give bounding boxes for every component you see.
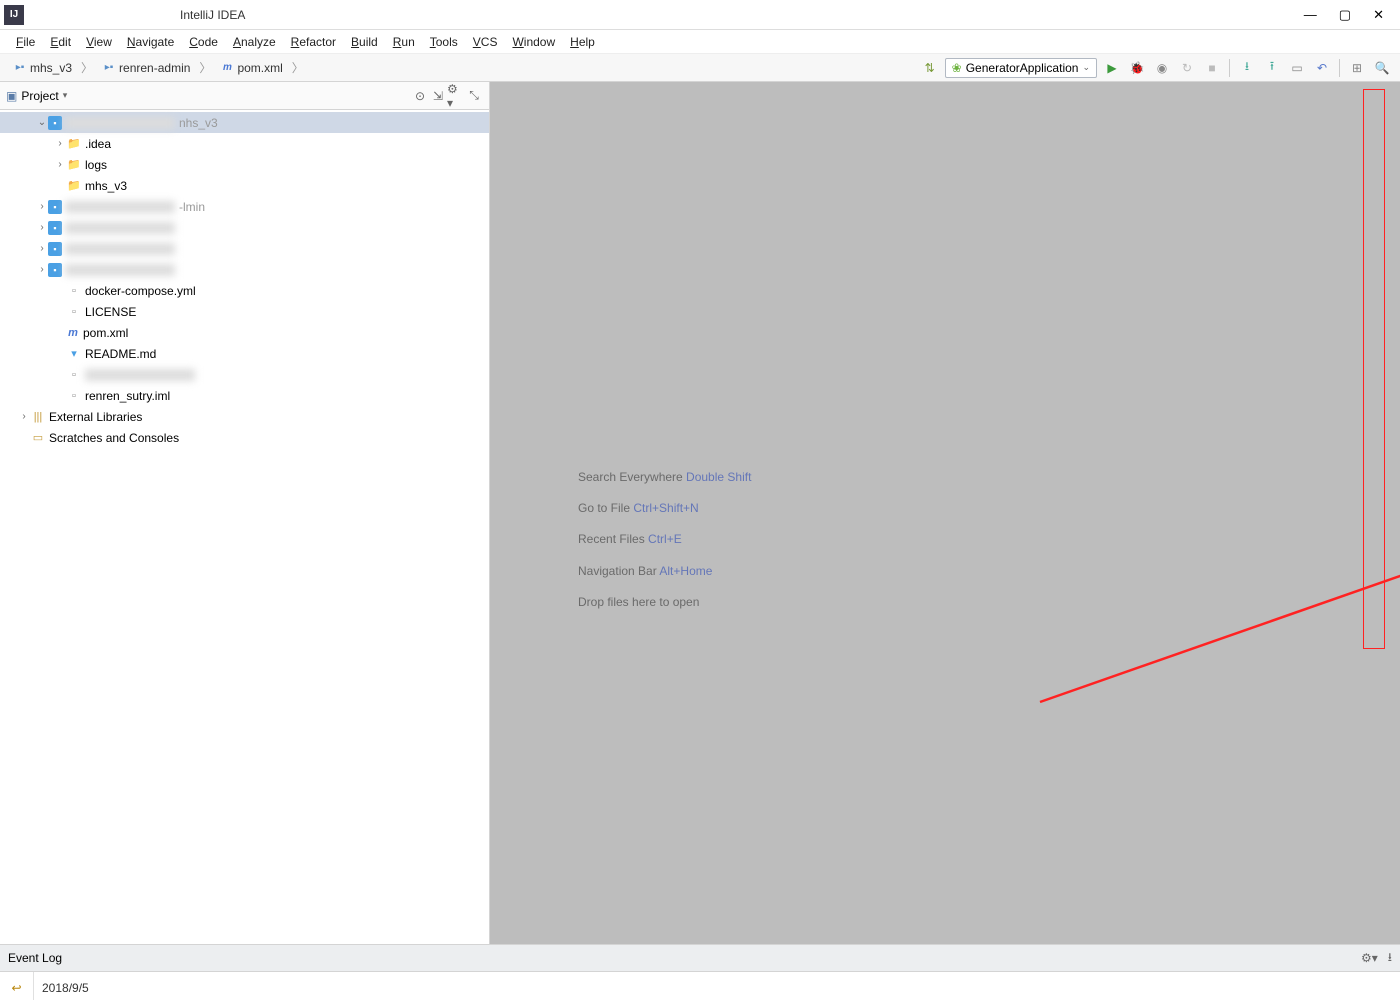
spring-icon: ❀ <box>952 61 962 75</box>
menubar: FileEditViewNavigateCodeAnalyzeRefactorB… <box>0 30 1400 54</box>
chevron-right-icon: 〉 <box>292 59 304 76</box>
menu-run[interactable]: Run <box>387 33 421 51</box>
project-icon: ▣ <box>6 89 17 103</box>
welcome-hints: Search Everywhere Double ShiftGo to File… <box>578 462 751 618</box>
main-area: ▣ Project ▾ ⊙ ⇲ ⚙ ▾ ⤡ ⌄▪nhs_v3›📁.idea›📁l… <box>0 82 1400 944</box>
tree-row[interactable]: 📁mhs_v3 <box>0 175 489 196</box>
project-panel-title[interactable]: ▣ Project ▾ <box>6 89 67 103</box>
tree-row[interactable]: ▭Scratches and Consoles <box>0 427 489 448</box>
tree-row[interactable]: ›📁logs <box>0 154 489 175</box>
welcome-hint: Go to File Ctrl+Shift+N <box>578 493 751 524</box>
menu-help[interactable]: Help <box>564 33 601 51</box>
menu-view[interactable]: View <box>80 33 118 51</box>
gear-icon[interactable]: ⚙ ▾ <box>447 87 465 105</box>
project-panel-header: ▣ Project ▾ ⊙ ⇲ ⚙ ▾ ⤡ <box>0 82 489 110</box>
hide-icon[interactable]: ⤡ <box>465 87 483 105</box>
stop-button[interactable]: ■ <box>1202 58 1222 78</box>
tree-row[interactable]: ›▪ <box>0 259 489 280</box>
tree-row[interactable]: ▫renren_sutry.iml <box>0 385 489 406</box>
separator <box>1339 59 1340 77</box>
menu-code[interactable]: Code <box>183 33 224 51</box>
menu-refactor[interactable]: Refactor <box>285 33 342 51</box>
welcome-hint: Drop files here to open <box>578 587 751 618</box>
breadcrumb: ▸▪mhs_v3〉▸▪renren-admin〉mpom.xml〉 <box>8 59 920 77</box>
event-log-date: 2018/9/5 <box>42 978 385 998</box>
menu-analyze[interactable]: Analyze <box>227 33 282 51</box>
breadcrumb-item[interactable]: ▸▪mhs_v3 <box>8 59 77 77</box>
tree-row[interactable]: ›📁.idea <box>0 133 489 154</box>
window-controls: — ▢ ✕ <box>1304 7 1396 23</box>
soft-wrap-icon[interactable]: ↩ <box>7 978 27 998</box>
download-icon[interactable]: ⭳ <box>1388 948 1392 969</box>
vcs-commit-icon[interactable]: ⭱ <box>1262 58 1282 78</box>
menu-edit[interactable]: Edit <box>44 33 77 51</box>
search-icon[interactable]: 🔍 <box>1372 58 1392 78</box>
coverage-button[interactable]: ◉ <box>1152 58 1172 78</box>
profile-button[interactable]: ↻ <box>1177 58 1197 78</box>
menu-window[interactable]: Window <box>506 33 561 51</box>
run-config-label: GeneratorApplication <box>966 61 1079 75</box>
locate-icon[interactable]: ⊙ <box>411 87 429 105</box>
tree-row[interactable]: ▫ <box>0 364 489 385</box>
event-log: ↩ 💬 ⚙ ▤ ✓ 🗑 2018/9/5 9:53Registration: Y… <box>0 972 1400 1000</box>
chevron-right-icon: 〉 <box>81 59 93 76</box>
menu-file[interactable]: File <box>10 33 41 51</box>
tree-row[interactable]: ›|||External Libraries <box>0 406 489 427</box>
maximize-button[interactable]: ▢ <box>1339 7 1351 23</box>
minimize-button[interactable]: — <box>1304 7 1317 23</box>
tree-row[interactable]: mpom.xml <box>0 322 489 343</box>
tree-row[interactable]: ▾README.md <box>0 343 489 364</box>
menu-navigate[interactable]: Navigate <box>121 33 180 51</box>
titlebar: IJ IntelliJ IDEA — ▢ ✕ <box>0 0 1400 30</box>
project-panel: ▣ Project ▾ ⊙ ⇲ ⚙ ▾ ⤡ ⌄▪nhs_v3›📁.idea›📁l… <box>0 82 490 944</box>
welcome-hint: Navigation Bar Alt+Home <box>578 556 751 587</box>
vcs-history-icon[interactable]: ▭ <box>1287 58 1307 78</box>
window-title: IntelliJ IDEA <box>30 8 1304 22</box>
run-button[interactable]: ▶ <box>1102 58 1122 78</box>
event-log-content: 2018/9/5 9:53Registration: Your copy is … <box>34 972 393 1000</box>
vcs-update-icon[interactable]: ⭳ <box>1237 58 1257 78</box>
tree-row[interactable]: ›▪-lmin <box>0 196 489 217</box>
menu-tools[interactable]: Tools <box>424 33 464 51</box>
tree-row[interactable]: ›▪ <box>0 217 489 238</box>
sync-icon[interactable]: ⇅ <box>920 58 940 78</box>
tree-row[interactable]: ▫LICENSE <box>0 301 489 322</box>
debug-button[interactable]: 🐞 <box>1127 58 1147 78</box>
breadcrumb-item[interactable]: ▸▪renren-admin <box>97 59 195 77</box>
tree-row[interactable]: ⌄▪nhs_v3 <box>0 112 489 133</box>
app-logo: IJ <box>4 5 24 25</box>
annotation-arrow <box>1030 452 1400 712</box>
event-log-title: Event Log <box>8 951 62 965</box>
undo-icon[interactable]: ↶ <box>1312 58 1332 78</box>
menu-build[interactable]: Build <box>345 33 384 51</box>
tree-row[interactable]: ▫docker-compose.yml <box>0 280 489 301</box>
close-button[interactable]: ✕ <box>1373 7 1384 23</box>
event-log-toolbar: ↩ 💬 ⚙ ▤ ✓ 🗑 <box>0 972 34 1000</box>
event-log-header: Event Log ⚙▾ ⭳ <box>0 944 1400 972</box>
project-tree[interactable]: ⌄▪nhs_v3›📁.idea›📁logs📁mhs_v3›▪-lmin›▪›▪›… <box>0 110 489 944</box>
annotation-box <box>1363 89 1385 649</box>
chevron-down-icon: ⌄ <box>1082 62 1090 73</box>
run-config-selector[interactable]: ❀ GeneratorApplication ⌄ <box>945 58 1097 78</box>
navbar: ▸▪mhs_v3〉▸▪renren-admin〉mpom.xml〉 ⇅ ❀ Ge… <box>0 54 1400 82</box>
welcome-hint: Recent Files Ctrl+E <box>578 524 751 555</box>
chevron-down-icon: ▾ <box>63 90 68 101</box>
menu-vcs[interactable]: VCS <box>467 33 504 51</box>
toolbar: ⇅ ❀ GeneratorApplication ⌄ ▶ 🐞 ◉ ↻ ■ ⭳ ⭱… <box>920 58 1392 78</box>
gear-icon[interactable]: ⚙▾ <box>1361 951 1378 965</box>
separator <box>1229 59 1230 77</box>
collapse-icon[interactable]: ⇲ <box>429 87 447 105</box>
editor-area[interactable]: Search Everywhere Double ShiftGo to File… <box>490 82 1400 944</box>
breadcrumb-item[interactable]: mpom.xml <box>215 59 287 77</box>
chevron-right-icon: 〉 <box>199 59 211 76</box>
structure-icon[interactable]: ⊞ <box>1347 58 1367 78</box>
tree-row[interactable]: ›▪ <box>0 238 489 259</box>
welcome-hint: Search Everywhere Double Shift <box>578 462 751 493</box>
